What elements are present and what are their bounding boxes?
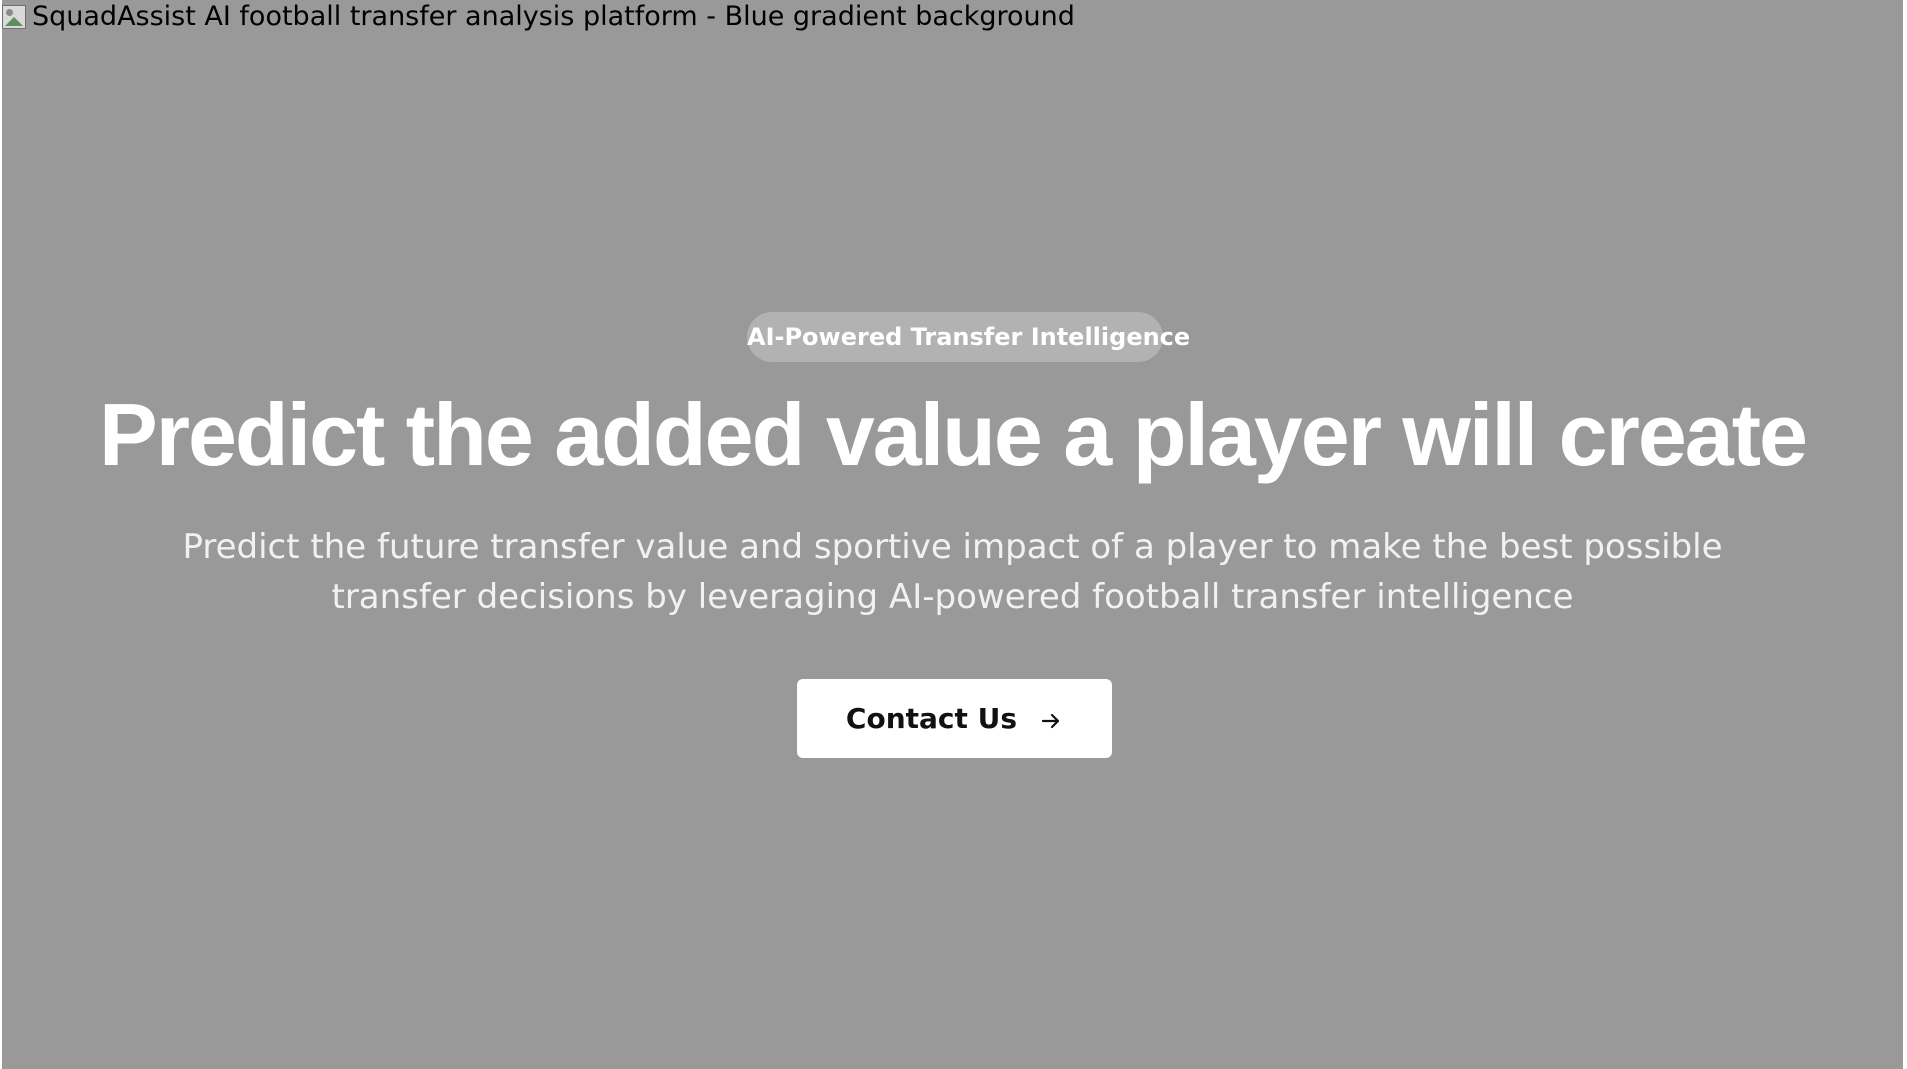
hero-section: SquadAssist AI football transfer analysi…: [2, 0, 1903, 1069]
contact-us-button[interactable]: Contact Us: [797, 679, 1112, 758]
hero-headline: Predict the added value a player will cr…: [99, 385, 1808, 484]
hero-badge: AI-Powered Transfer Intelligence: [747, 312, 1190, 362]
hero-content: AI-Powered Transfer Intelligence Predict…: [2, 0, 1903, 1069]
hero-subtitle: Predict the future transfer value and sp…: [182, 527, 1723, 617]
arrow-right-icon: [1039, 707, 1063, 731]
contact-us-label: Contact Us: [845, 702, 1018, 735]
